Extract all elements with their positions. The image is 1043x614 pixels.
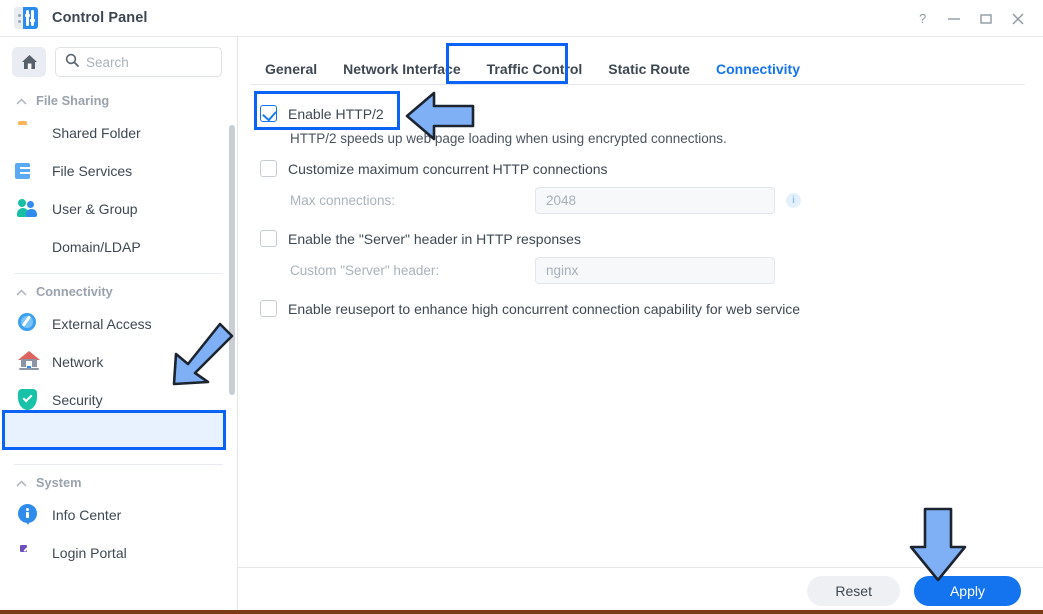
http2-row: Enable HTTP/2 xyxy=(260,105,1043,122)
domain-ldap-icon xyxy=(18,236,40,258)
search-input[interactable]: Search xyxy=(55,47,222,77)
sidebar-divider xyxy=(14,464,223,465)
user-group-icon xyxy=(17,198,40,220)
sidebar-group-system[interactable]: System xyxy=(0,467,237,496)
tab-connectivity[interactable]: Connectivity xyxy=(703,55,813,83)
title-bar: Control Panel ? xyxy=(0,0,1043,37)
http2-description: HTTP/2 speeds up web page loading when u… xyxy=(290,131,727,146)
sidebar-item-label: File Services xyxy=(52,163,133,179)
sidebar-item-label: Security xyxy=(52,392,103,408)
chevron-up-icon xyxy=(16,284,27,299)
custom-server-header-label: Custom "Server" header: xyxy=(290,263,440,278)
file-services-icon xyxy=(18,160,40,182)
maximize-button[interactable] xyxy=(971,4,1001,34)
window-title: Control Panel xyxy=(52,10,148,26)
security-icon xyxy=(18,389,40,411)
sidebar-item-label: Login Portal xyxy=(52,545,127,561)
sidebar-item-label: External Access xyxy=(52,316,152,332)
main-panel: General Network Interface Traffic Contro… xyxy=(238,37,1043,614)
search-icon xyxy=(65,53,79,72)
sidebar-item-external-access[interactable]: External Access xyxy=(0,305,237,343)
sidebar-group-connectivity[interactable]: Connectivity xyxy=(0,276,237,305)
minimize-button[interactable] xyxy=(939,4,969,34)
sidebar-toolbar: Search xyxy=(0,37,237,85)
sidebar-divider xyxy=(14,273,223,274)
customize-max-connections-checkbox[interactable] xyxy=(260,160,277,177)
sidebar: Search File Sharing Shared Folder File S… xyxy=(0,37,238,614)
tab-traffic-control[interactable]: Traffic Control xyxy=(474,55,596,83)
control-panel-window: Control Panel ? Search File Sharing Shar… xyxy=(0,0,1043,614)
sidebar-item-user-group[interactable]: User & Group xyxy=(0,190,237,228)
info-center-icon xyxy=(18,504,40,526)
connectivity-settings: Enable HTTP/2 HTTP/2 speeds up web page … xyxy=(238,85,1043,317)
sidebar-group-file-sharing[interactable]: File Sharing xyxy=(0,85,237,114)
highlight-network-sidebar-item xyxy=(2,410,226,450)
reset-button[interactable]: Reset xyxy=(807,576,900,606)
home-icon[interactable] xyxy=(12,47,46,77)
reuseport-row: Enable reuseport to enhance high concurr… xyxy=(260,300,1043,317)
sidebar-group-label: System xyxy=(36,475,82,490)
sidebar-item-info-center[interactable]: Info Center xyxy=(0,496,237,534)
apply-button[interactable]: Apply xyxy=(913,576,1021,606)
tab-general[interactable]: General xyxy=(252,55,330,83)
enable-http2-label: Enable HTTP/2 xyxy=(288,105,384,122)
help-button[interactable]: ? xyxy=(907,4,937,34)
sidebar-item-domain-ldap[interactable]: Domain/LDAP xyxy=(0,228,237,266)
info-icon[interactable]: i xyxy=(786,193,801,208)
sidebar-item-label: Info Center xyxy=(52,507,122,523)
custom-server-header-input[interactable]: nginx xyxy=(535,257,775,284)
server-header-row: Enable the "Server" header in HTTP respo… xyxy=(260,230,1043,247)
sidebar-group-label: Connectivity xyxy=(36,284,113,299)
enable-http2-checkbox[interactable] xyxy=(260,105,277,122)
customize-max-connections-label: Customize maximum concurrent HTTP connec… xyxy=(288,160,608,177)
network-icon xyxy=(18,351,40,373)
enable-reuseport-checkbox[interactable] xyxy=(260,300,277,317)
sidebar-item-label: Network xyxy=(52,354,104,370)
external-access-icon xyxy=(18,313,40,335)
server-header-field-row: Custom "Server" header: nginx xyxy=(290,257,1043,284)
enable-server-header-checkbox[interactable] xyxy=(260,230,277,247)
sidebar-item-shared-folder[interactable]: Shared Folder xyxy=(0,114,237,152)
tab-network-interface[interactable]: Network Interface xyxy=(330,55,473,83)
sidebar-item-label: User & Group xyxy=(52,201,138,217)
sidebar-item-network[interactable]: Network xyxy=(0,343,237,381)
footer-bar: Reset Apply xyxy=(238,567,1043,614)
svg-text:?: ? xyxy=(919,12,926,25)
control-panel-icon xyxy=(14,5,40,31)
chevron-up-icon xyxy=(16,475,27,490)
max-connections-label: Max connections: xyxy=(290,193,396,208)
sidebar-item-file-services[interactable]: File Services xyxy=(0,152,237,190)
tab-bar: General Network Interface Traffic Contro… xyxy=(238,37,1043,85)
tab-static-route[interactable]: Static Route xyxy=(595,55,703,83)
sidebar-group-label: File Sharing xyxy=(36,93,110,108)
shared-folder-icon xyxy=(9,122,40,144)
max-connections-field-row: Max connections: 2048 i xyxy=(290,187,1043,214)
max-connections-row: Customize maximum concurrent HTTP connec… xyxy=(260,160,1043,177)
sidebar-item-login-portal[interactable]: Login Portal xyxy=(0,534,237,572)
sidebar-item-label: Domain/LDAP xyxy=(52,239,141,255)
enable-reuseport-label: Enable reuseport to enhance high concurr… xyxy=(288,300,801,317)
search-placeholder: Search xyxy=(86,54,129,70)
login-portal-icon xyxy=(18,542,40,564)
max-connections-input[interactable]: 2048 xyxy=(535,187,775,214)
enable-server-header-label: Enable the "Server" header in HTTP respo… xyxy=(288,230,581,247)
bottom-edge xyxy=(0,610,1043,614)
close-button[interactable] xyxy=(1003,4,1033,34)
sidebar-item-label: Shared Folder xyxy=(52,125,141,141)
chevron-up-icon xyxy=(16,93,27,108)
window-controls: ? xyxy=(907,0,1033,37)
